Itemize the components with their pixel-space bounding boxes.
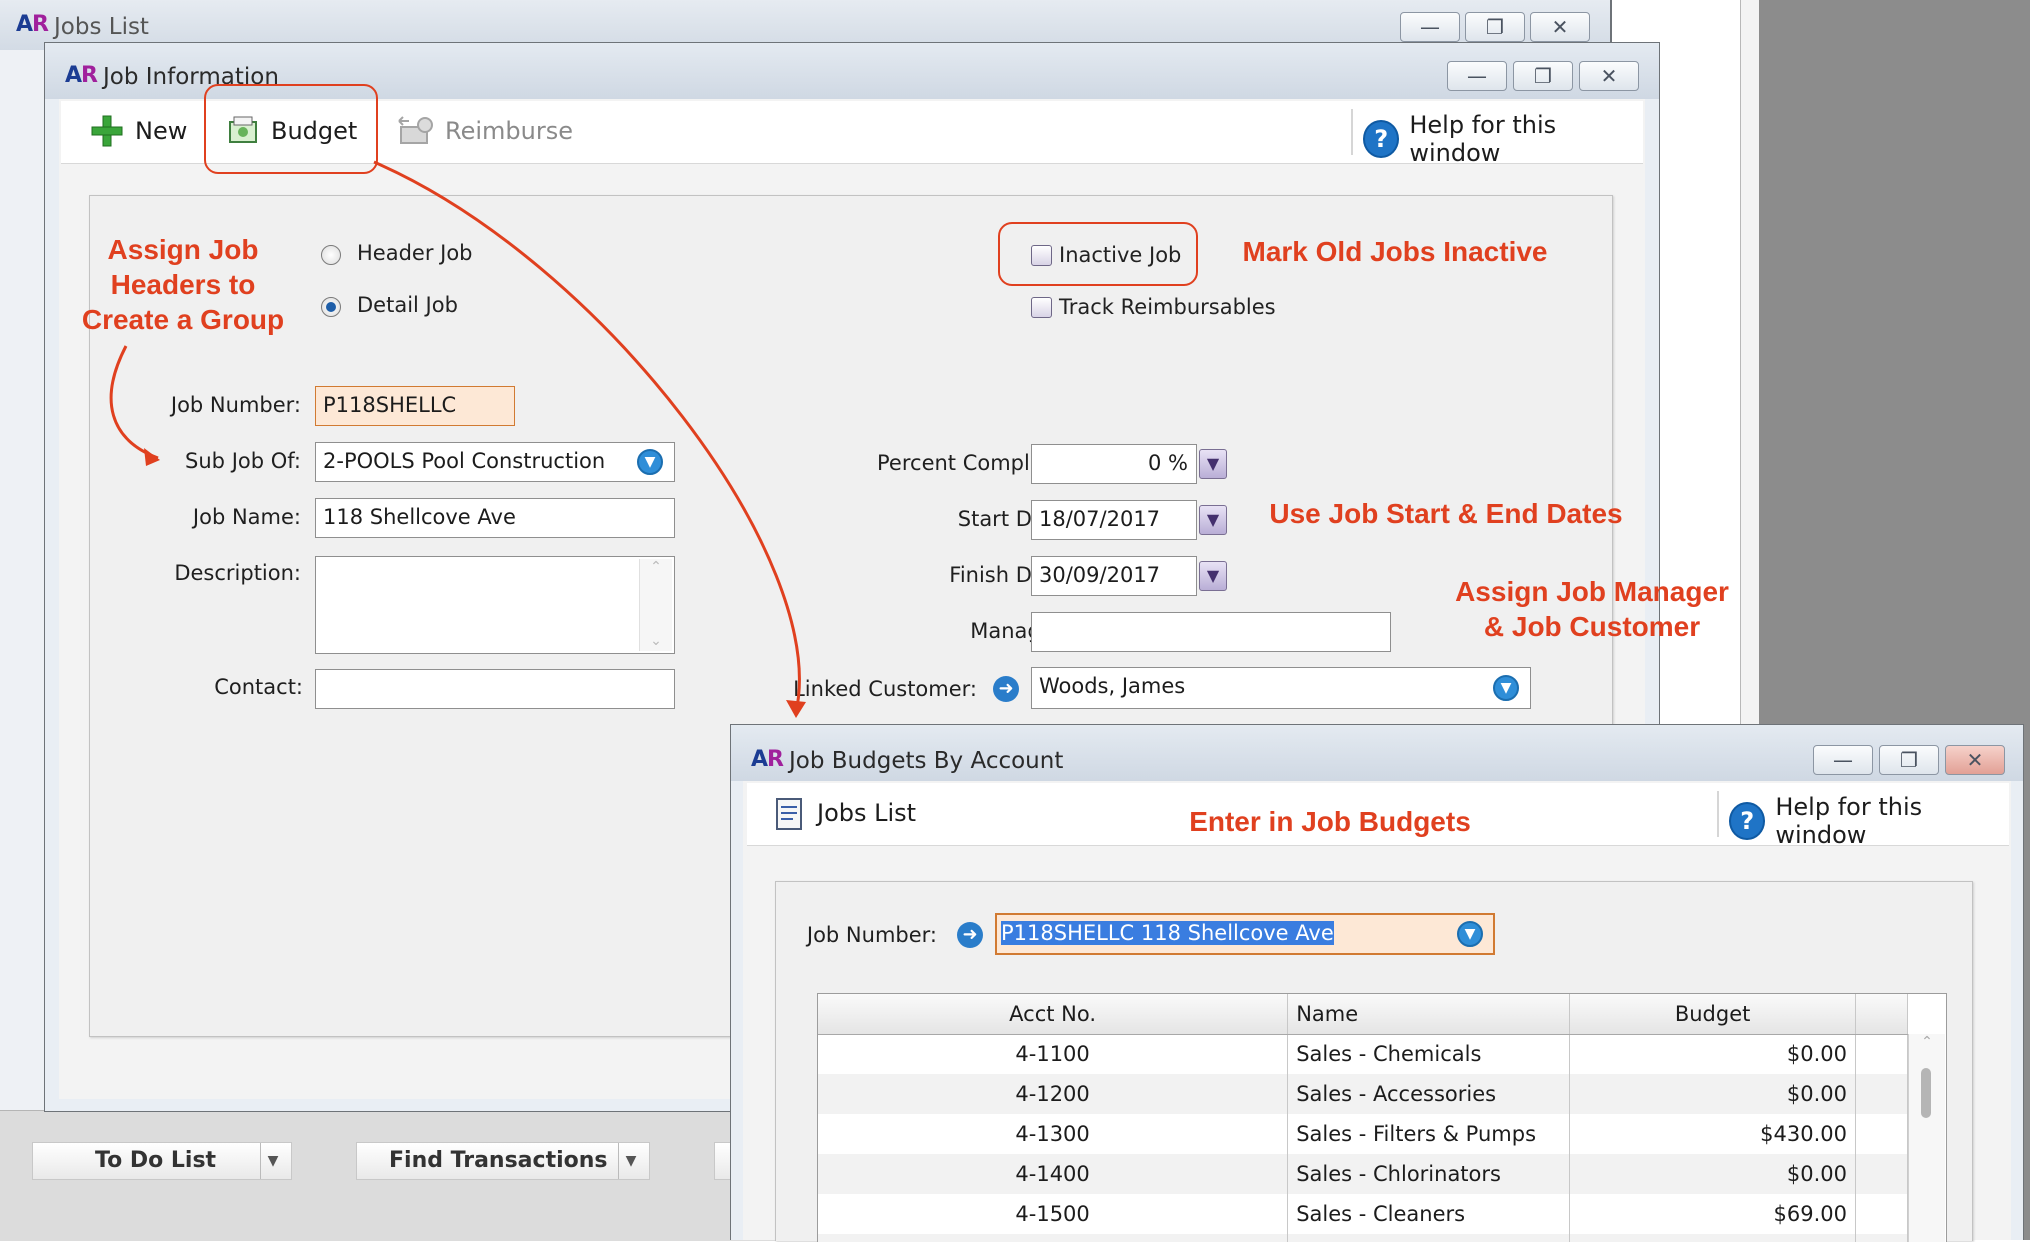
arrowhead xyxy=(786,700,806,718)
arrow-to-subjob xyxy=(109,345,159,460)
annotation-arrows xyxy=(109,160,806,718)
arrow-to-budget-window xyxy=(373,160,801,713)
